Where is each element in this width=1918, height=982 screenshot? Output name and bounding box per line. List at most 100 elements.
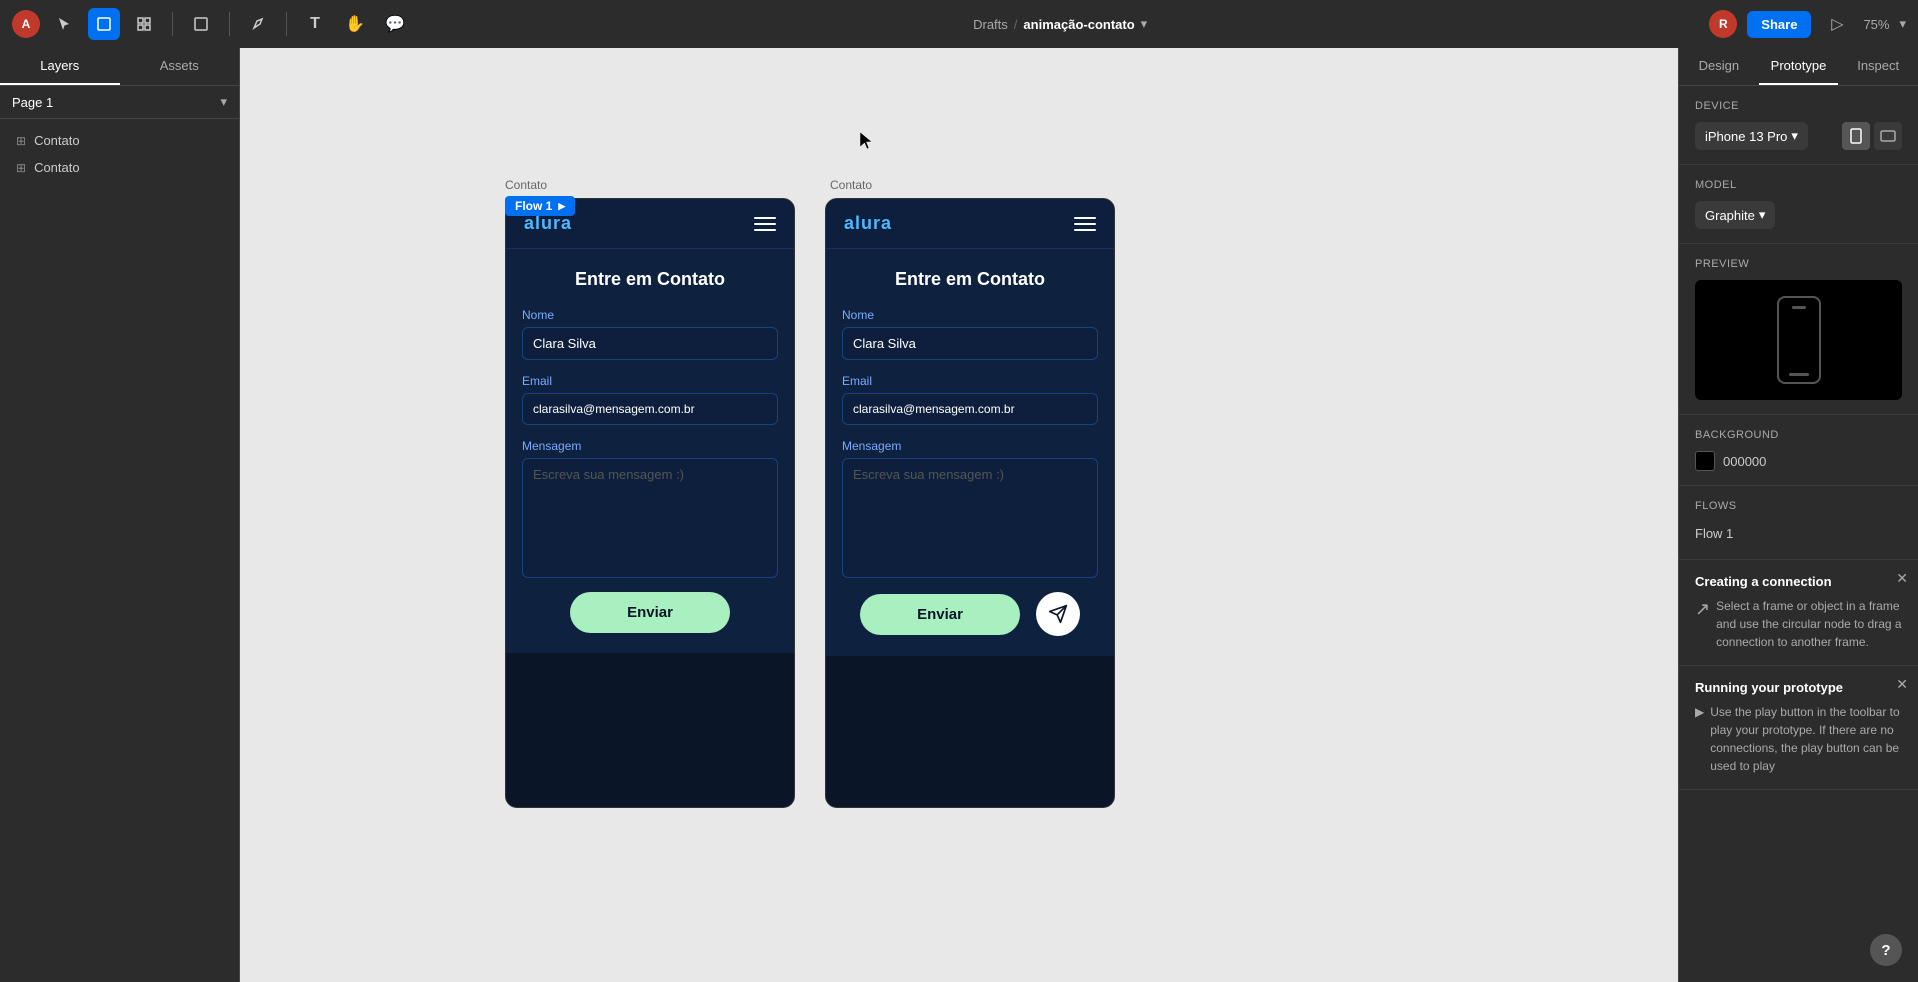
running-play-icon: ▶: [1695, 705, 1704, 719]
preview-phone-outline: [1777, 296, 1821, 384]
flow-badge[interactable]: Flow 1 ▶: [505, 196, 575, 216]
enviar-button-1[interactable]: Enviar: [570, 592, 730, 633]
device-selector: iPhone 13 Pro ▾: [1695, 122, 1902, 150]
hamburger-line: [1074, 223, 1096, 225]
layer-name-1: Contato: [34, 133, 80, 148]
device-orientation: [1842, 122, 1902, 150]
page-row: Page 1 ▾: [0, 86, 239, 119]
toolbar: A T ✋ 💬 Drafts /: [0, 0, 1918, 48]
form-input-nome-1[interactable]: Clara Silva: [522, 327, 778, 360]
breadcrumb-separator: /: [1014, 17, 1018, 32]
comment-tool[interactable]: 💬: [379, 8, 411, 40]
creating-connection-close[interactable]: ✕: [1896, 570, 1908, 587]
running-prototype-close[interactable]: ✕: [1896, 676, 1908, 693]
form-label-email-2: Email: [842, 374, 1098, 388]
layer-item-1[interactable]: ⊞ Contato: [0, 127, 239, 154]
breadcrumb-current[interactable]: animação-contato: [1023, 17, 1134, 32]
model-label: Graphite: [1705, 208, 1755, 223]
right-sidebar: Design Prototype Inspect Device iPhone 1…: [1678, 48, 1918, 982]
contact-title-2: Entre em Contato: [842, 269, 1098, 290]
form-input-nome-2[interactable]: Clara Silva: [842, 327, 1098, 360]
hamburger-line: [754, 217, 776, 219]
enviar-button-2[interactable]: Enviar: [860, 594, 1020, 635]
device-section: Device iPhone 13 Pro ▾: [1679, 86, 1918, 165]
flows-item-1[interactable]: Flow 1: [1695, 522, 1902, 545]
mobile-frame-1: alura Entre em Contato Nome Clara Silva …: [505, 198, 795, 808]
pen-tool[interactable]: [242, 8, 274, 40]
running-prototype-text: Use the play button in the toolbar to pl…: [1710, 703, 1902, 775]
form-textarea-1[interactable]: Escreva sua mensagem :): [522, 458, 778, 578]
tab-prototype[interactable]: Prototype: [1759, 48, 1839, 85]
color-swatch[interactable]: [1695, 451, 1715, 471]
device-section-title: Device: [1695, 100, 1902, 112]
tab-assets[interactable]: Assets: [120, 48, 240, 85]
form-label-nome-1: Nome: [522, 308, 778, 322]
dropdown-chevron[interactable]: ▾: [1141, 16, 1148, 32]
hamburger-line: [754, 223, 776, 225]
play-button[interactable]: ▷: [1821, 8, 1853, 40]
form-group-nome-2: Nome Clara Silva: [842, 308, 1098, 360]
tab-layers[interactable]: Layers: [0, 48, 120, 85]
frame-tool[interactable]: [128, 8, 160, 40]
alura-logo-2: alura: [844, 213, 892, 234]
form-label-email-1: Email: [522, 374, 778, 388]
hamburger-menu-1[interactable]: [754, 217, 776, 231]
breadcrumb-parent: Drafts: [973, 17, 1008, 32]
tab-inspect[interactable]: Inspect: [1838, 48, 1918, 85]
form-textarea-2[interactable]: Escreva sua mensagem :): [842, 458, 1098, 578]
device-name-label: iPhone 13 Pro: [1705, 129, 1787, 144]
toolbar-center: Drafts / animação-contato ▾: [419, 16, 1701, 32]
model-button[interactable]: Graphite ▾: [1695, 201, 1775, 229]
hand-tool[interactable]: ✋: [339, 8, 371, 40]
background-section: Background 000000: [1679, 415, 1918, 486]
form-label-mensagem-2: Mensagem: [842, 439, 1098, 453]
preview-section-title: Preview: [1695, 258, 1902, 270]
form-input-email-2[interactable]: clarasilva@mensagem.com.br: [842, 393, 1098, 425]
tab-design[interactable]: Design: [1679, 48, 1759, 85]
layer-name-2: Contato: [34, 160, 80, 175]
user-avatar[interactable]: A: [12, 10, 40, 38]
device-name-button[interactable]: iPhone 13 Pro ▾: [1695, 122, 1808, 150]
creating-connection-panel: Creating a connection ↗ Select a frame o…: [1679, 560, 1918, 666]
portrait-button[interactable]: [1842, 122, 1870, 150]
device-chevron: ▾: [1791, 128, 1798, 144]
shape-tool[interactable]: [185, 8, 217, 40]
user-avatar-right[interactable]: R: [1709, 10, 1737, 38]
frame-icon-2: ⊞: [16, 161, 26, 175]
form-input-email-1[interactable]: clarasilva@mensagem.com.br: [522, 393, 778, 425]
running-prototype-panel: Running your prototype ▶ Use the play bu…: [1679, 666, 1918, 790]
move-tool[interactable]: [88, 8, 120, 40]
form-group-email-1: Email clarasilva@mensagem.com.br: [522, 374, 778, 425]
separator-3: [286, 12, 287, 36]
running-prototype-title: Running your prototype: [1695, 680, 1902, 695]
hamburger-line: [1074, 229, 1096, 231]
landscape-button[interactable]: [1874, 122, 1902, 150]
frame-label-2: Contato: [830, 178, 872, 192]
hamburger-menu-2[interactable]: [1074, 217, 1096, 231]
page-name[interactable]: Page 1: [12, 95, 53, 110]
frame-label-1: Contato: [505, 178, 547, 192]
separator-1: [172, 12, 173, 36]
page-chevron[interactable]: ▾: [220, 94, 227, 110]
select-tool[interactable]: [48, 8, 80, 40]
flows-section: Flows Flow 1: [1679, 486, 1918, 560]
form-group-email-2: Email clarasilva@mensagem.com.br: [842, 374, 1098, 425]
creating-connection-text: Select a frame or object in a frame and …: [1716, 597, 1902, 651]
send-icon-button[interactable]: [1036, 592, 1080, 636]
share-button[interactable]: Share: [1747, 11, 1811, 38]
hamburger-line: [1074, 217, 1096, 219]
alura-logo-1: alura: [524, 213, 572, 234]
flow-play-icon[interactable]: ▶: [558, 201, 565, 212]
text-tool[interactable]: T: [299, 8, 331, 40]
color-hex: 000000: [1723, 454, 1766, 469]
bg-color-row: 000000: [1695, 451, 1902, 471]
help-button[interactable]: ?: [1870, 934, 1902, 966]
model-chevron: ▾: [1759, 207, 1766, 223]
connection-arrow-icon: ↗: [1695, 599, 1710, 620]
form-label-mensagem-1: Mensagem: [522, 439, 778, 453]
zoom-chevron[interactable]: ▾: [1899, 16, 1906, 32]
breadcrumb: Drafts / animação-contato ▾: [973, 16, 1147, 32]
canvas[interactable]: Contato Flow 1 ▶ alura Entre em Contato …: [240, 48, 1678, 982]
mobile-frame-2: alura Entre em Contato Nome Clara Silva …: [825, 198, 1115, 808]
layer-item-2[interactable]: ⊞ Contato: [0, 154, 239, 181]
